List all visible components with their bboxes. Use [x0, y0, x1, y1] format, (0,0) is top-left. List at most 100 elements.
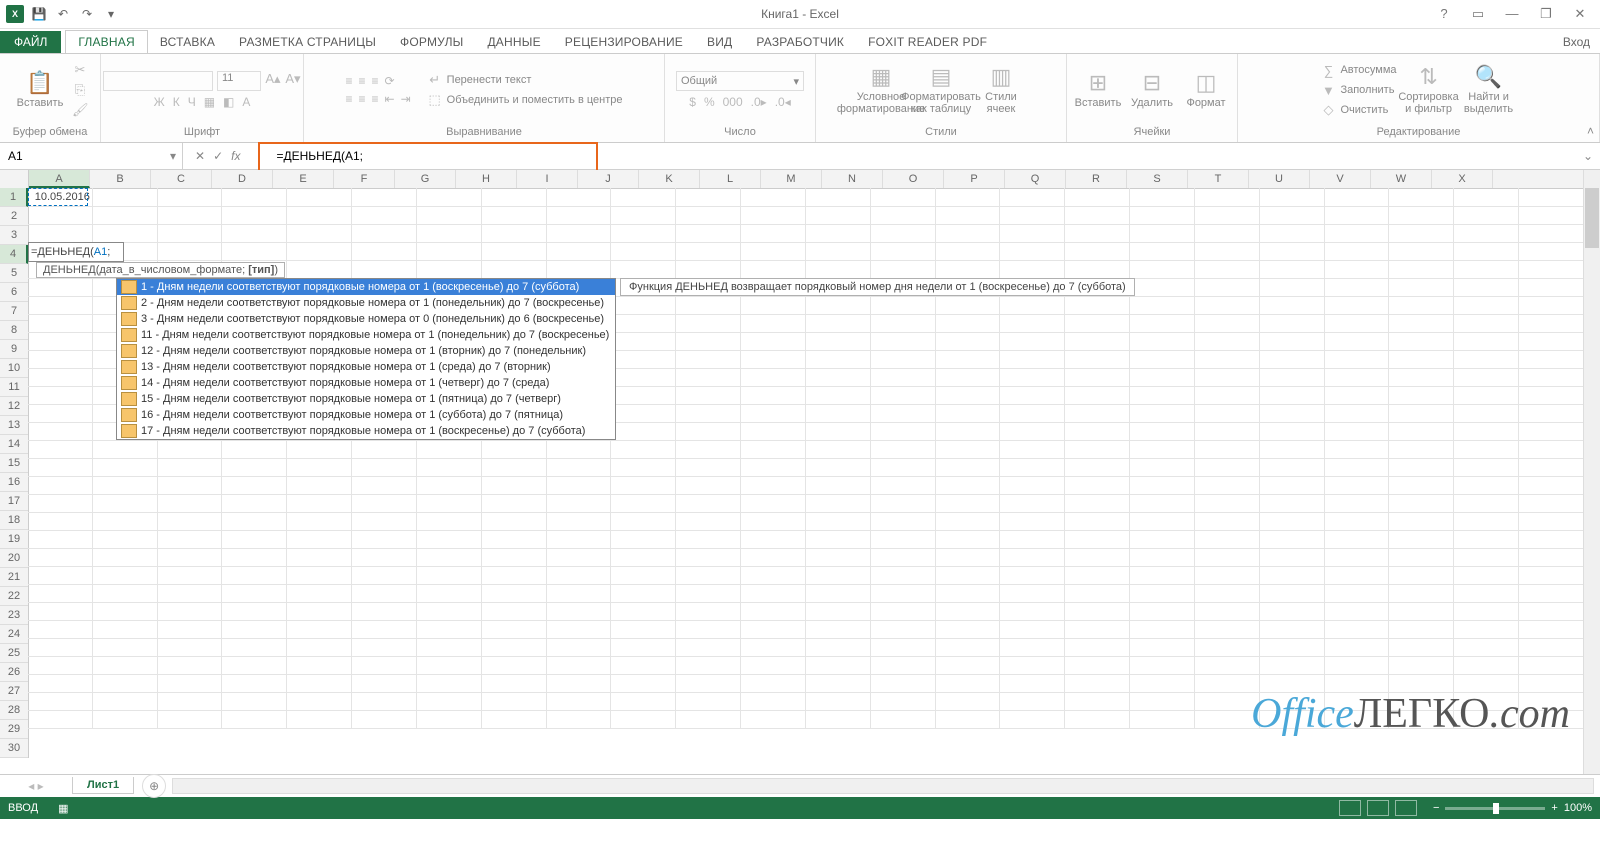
cell[interactable]	[28, 206, 93, 225]
cell[interactable]	[806, 350, 871, 369]
cell[interactable]	[1519, 188, 1584, 207]
cell[interactable]	[1195, 206, 1260, 225]
cell[interactable]	[1454, 494, 1519, 513]
cell[interactable]	[1519, 494, 1584, 513]
new-sheet-button[interactable]: ⊕	[142, 774, 166, 798]
cell[interactable]	[1519, 422, 1584, 441]
cell[interactable]	[1195, 638, 1260, 657]
cell[interactable]	[1519, 530, 1584, 549]
cell[interactable]	[1260, 314, 1325, 333]
cell[interactable]	[287, 224, 352, 243]
cell[interactable]	[93, 206, 158, 225]
cell[interactable]	[1000, 242, 1065, 261]
cell[interactable]	[806, 494, 871, 513]
cell[interactable]	[1260, 368, 1325, 387]
cell[interactable]	[1000, 692, 1065, 711]
sort-filter-button[interactable]: ⇅Сортировка и фильтр	[1401, 65, 1457, 115]
cell[interactable]	[287, 458, 352, 477]
row-header[interactable]: 30	[0, 739, 28, 758]
cell[interactable]	[741, 386, 806, 405]
collapse-ribbon-button[interactable]: ˄	[1587, 124, 1594, 138]
cell[interactable]	[482, 224, 547, 243]
cell[interactable]	[1454, 566, 1519, 585]
cell[interactable]	[547, 620, 612, 639]
cell[interactable]	[158, 710, 223, 729]
cell[interactable]	[1519, 350, 1584, 369]
cell[interactable]	[1130, 260, 1195, 279]
cell[interactable]	[871, 476, 936, 495]
cell[interactable]	[676, 296, 741, 315]
cell[interactable]	[936, 566, 1001, 585]
cell[interactable]	[93, 458, 158, 477]
horizontal-scrollbar[interactable]	[172, 778, 1594, 794]
cell[interactable]	[222, 602, 287, 621]
cell[interactable]	[547, 242, 612, 261]
cell[interactable]	[1325, 566, 1390, 585]
cell[interactable]	[1065, 620, 1130, 639]
cell[interactable]	[287, 566, 352, 585]
cell[interactable]	[1389, 656, 1454, 675]
cell[interactable]	[1260, 404, 1325, 423]
cell[interactable]	[1000, 440, 1065, 459]
cell[interactable]	[1065, 512, 1130, 531]
cell[interactable]	[1389, 458, 1454, 477]
cell[interactable]	[676, 206, 741, 225]
column-header[interactable]: N	[822, 170, 883, 188]
cell[interactable]	[1130, 638, 1195, 657]
cell[interactable]	[1000, 206, 1065, 225]
cell[interactable]	[806, 512, 871, 531]
row-header[interactable]: 13	[0, 416, 28, 435]
cell[interactable]	[871, 386, 936, 405]
cell[interactable]	[1130, 404, 1195, 423]
cell[interactable]	[287, 656, 352, 675]
minimize-button[interactable]: —	[1498, 6, 1526, 22]
cell[interactable]	[1130, 620, 1195, 639]
cell[interactable]	[676, 350, 741, 369]
cell[interactable]	[93, 692, 158, 711]
format-as-table-button[interactable]: ▤Форматировать как таблицу	[913, 65, 969, 115]
column-header[interactable]: Q	[1005, 170, 1066, 188]
cell[interactable]	[871, 188, 936, 207]
cell[interactable]	[28, 440, 93, 459]
cell[interactable]	[1130, 566, 1195, 585]
cell[interactable]	[1454, 422, 1519, 441]
cell[interactable]	[417, 494, 482, 513]
column-header[interactable]: M	[761, 170, 822, 188]
cell[interactable]	[93, 638, 158, 657]
cell[interactable]	[482, 584, 547, 603]
cell[interactable]	[676, 242, 741, 261]
cell[interactable]	[1195, 584, 1260, 603]
cell[interactable]	[28, 224, 93, 243]
row-header[interactable]: 18	[0, 511, 28, 530]
cell[interactable]	[611, 296, 676, 315]
copy-button[interactable]: ⎘	[72, 81, 88, 99]
cell[interactable]	[222, 512, 287, 531]
cell[interactable]	[676, 566, 741, 585]
cell[interactable]	[1065, 710, 1130, 729]
sheet-tab-active[interactable]: Лист1	[72, 777, 134, 794]
cell[interactable]	[611, 350, 676, 369]
cell[interactable]	[936, 440, 1001, 459]
cell[interactable]	[352, 638, 417, 657]
cell[interactable]	[352, 440, 417, 459]
cell[interactable]	[1389, 512, 1454, 531]
wrap-text-button[interactable]: ↵Перенести текст	[427, 71, 623, 89]
cell[interactable]	[93, 224, 158, 243]
cell[interactable]	[1325, 422, 1390, 441]
cell[interactable]	[28, 422, 93, 441]
column-header[interactable]: I	[517, 170, 578, 188]
cell[interactable]	[28, 404, 93, 423]
cell[interactable]	[611, 548, 676, 567]
cell[interactable]	[611, 566, 676, 585]
align-right-icon[interactable]: ≡	[372, 92, 379, 106]
cell[interactable]	[1325, 296, 1390, 315]
cell[interactable]	[158, 602, 223, 621]
cell[interactable]	[1195, 260, 1260, 279]
cell[interactable]	[287, 602, 352, 621]
cell[interactable]	[1195, 530, 1260, 549]
cell[interactable]	[28, 368, 93, 387]
cell[interactable]	[1065, 602, 1130, 621]
cell[interactable]	[1454, 242, 1519, 261]
cell[interactable]	[806, 710, 871, 729]
cell[interactable]	[1000, 422, 1065, 441]
